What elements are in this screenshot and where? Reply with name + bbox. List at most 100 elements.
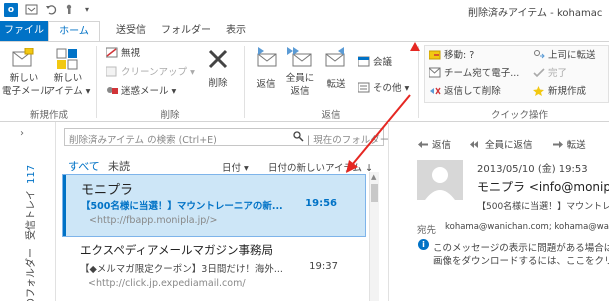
cleanup-icon xyxy=(106,66,117,77)
tab-view[interactable]: 表示 xyxy=(218,21,254,41)
info-bar-line1[interactable]: このメッセージの表示に問題がある場合は、 xyxy=(433,240,609,254)
reading-reply-label: 返信 xyxy=(432,140,452,151)
more-respond-label: その他 xyxy=(373,83,402,94)
tab-folder[interactable]: フォルダー xyxy=(160,21,212,41)
expand-folder-pane-icon[interactable]: › xyxy=(20,128,24,139)
tab-send-receive[interactable]: 送受信 xyxy=(108,21,154,41)
new-email-button[interactable]: 新しい 電子メール xyxy=(2,72,50,98)
sort-by-dropdown[interactable]: 日付 ▾ xyxy=(222,160,249,174)
filter-all[interactable]: すべて xyxy=(68,158,100,174)
checkmark-icon xyxy=(533,68,545,78)
message-subject: 【500名様に当選！】マウントレーニアの新... xyxy=(81,201,283,212)
ignore-button[interactable]: 無視 xyxy=(106,47,140,60)
reading-pane: 返信 全員に返信 転送 2013/05/10 (金) 19:53 モニプラ <i… xyxy=(388,122,609,301)
meeting-icon xyxy=(358,56,370,67)
nav-inbox-label: 受信トレイ xyxy=(26,190,37,240)
new-email-label-1: 新しい xyxy=(9,73,39,84)
message-list: 削除済みアイテム の検索 (Ctrl+E) | 現在のフォルダー ▾ すべて 未… xyxy=(56,122,397,301)
reply-all-icon[interactable] xyxy=(287,46,313,71)
folder-pane-collapsed: › 受信トレイ 117 のフォルダー xyxy=(0,122,56,301)
quick-step-move[interactable]: 移動: ? xyxy=(429,49,474,62)
quick-step-team-email-label: チーム宛て電子... xyxy=(444,68,520,79)
ribbon: 新しい 電子メール 新しい アイテム ▾ 新規作成 無視 クリーンアップ ▾ 迷… xyxy=(0,41,609,122)
reply-icon[interactable] xyxy=(254,46,278,71)
info-bar-line2[interactable]: 画像をダウンロードするには、ここをクリックしま xyxy=(433,253,609,267)
ribbon-tabs: ファイル ホーム 送受信 フォルダー 表示 xyxy=(0,21,609,42)
reading-actions: 返信 全員に返信 転送 xyxy=(417,137,602,151)
message-list-scrollbar[interactable]: ▲ xyxy=(369,172,379,301)
dropdown-arrow-icon: ▾ xyxy=(244,163,249,174)
scroll-up-icon[interactable]: ▲ xyxy=(371,173,376,181)
search-scope-dropdown[interactable]: | 現在のフォルダー ▾ xyxy=(307,132,397,146)
forward-button[interactable]: 転送 xyxy=(320,78,352,91)
tab-file[interactable]: ファイル xyxy=(0,21,48,41)
selection-bar xyxy=(63,175,66,236)
meeting-button[interactable]: 会議 xyxy=(358,56,392,69)
reading-to-label: 宛先 xyxy=(417,225,437,236)
reading-forward-button[interactable]: 転送 xyxy=(552,140,594,151)
reply-delete-icon xyxy=(430,87,441,95)
nav-inbox-count: 117 xyxy=(26,164,37,184)
touch-mode-icon[interactable] xyxy=(62,3,76,17)
group-separator xyxy=(96,46,97,118)
new-email-label-2: 電子メール xyxy=(2,86,50,97)
forward-icon[interactable] xyxy=(324,46,348,71)
meeting-label: 会議 xyxy=(373,57,393,68)
reading-subject: 【500名様に当選！】マウントレ xyxy=(477,202,609,212)
dropdown-arrow-icon: ▾ xyxy=(171,86,177,97)
cleanup-button[interactable]: クリーンアップ ▾ xyxy=(106,66,195,79)
search-input[interactable]: 削除済みアイテム の検索 (Ctrl+E) | 現在のフォルダー ▾ xyxy=(64,128,397,146)
message-item[interactable]: エクスペディアメールマガジン事務局 【◆メルマガ限定クーポン】3日間だけ！海外.… xyxy=(62,238,366,301)
filter-unread[interactable]: 未読 xyxy=(108,158,130,174)
quick-step-reply-delete-label: 返信して削除 xyxy=(444,86,501,97)
new-items-button[interactable]: 新しい アイテム ▾ xyxy=(44,72,92,98)
quick-step-done-label: 完了 xyxy=(548,68,568,79)
folder-move-icon xyxy=(429,50,441,60)
reply-all-label-1: 全員に xyxy=(285,73,315,84)
junk-button[interactable]: 迷惑メール ▾ xyxy=(106,85,176,98)
quick-step-create-new[interactable]: 新規作成 xyxy=(533,85,586,98)
outlook-window: o ▾ 削除済みアイテム - kohamac ファイル ホーム 送受信 フォルダ… xyxy=(0,0,609,301)
tab-home[interactable]: ホーム xyxy=(48,21,100,42)
dropdown-arrow-icon: ▾ xyxy=(404,83,410,94)
cleanup-label: クリーンアップ xyxy=(121,67,188,78)
quick-step-team-email[interactable]: チーム宛て電子... xyxy=(429,67,519,80)
ignore-icon xyxy=(106,47,118,58)
new-items-label-1: 新しい xyxy=(53,73,83,84)
delete-x-icon[interactable] xyxy=(207,48,229,73)
more-respond-button[interactable]: その他 ▾ xyxy=(358,82,409,95)
qat-customize-icon[interactable]: ▾ xyxy=(80,3,94,17)
junk-label: 迷惑メール xyxy=(121,86,169,97)
reading-to: kohama@wanichan.com; kohama@wa xyxy=(445,222,609,232)
reply-all-label-2: 返信 xyxy=(290,86,310,97)
undo-icon[interactable] xyxy=(44,3,58,17)
delete-button[interactable]: 削除 xyxy=(198,77,238,90)
reading-date: 2013/05/10 (金) 19:53 xyxy=(477,164,588,175)
quick-step-to-manager[interactable]: 上司に転送 xyxy=(533,49,596,62)
nav-inbox[interactable]: 受信トレイ 117 xyxy=(22,165,37,240)
nav-folders[interactable]: のフォルダー xyxy=(22,248,37,301)
scroll-thumb[interactable] xyxy=(371,184,378,202)
sort-order-label: 日付の新しいアイテム xyxy=(268,163,363,174)
message-item[interactable]: モニプラ 【500名様に当選！】マウントレーニアの新... 19:56 <htt… xyxy=(62,174,366,237)
search-icon[interactable] xyxy=(293,131,304,145)
to-manager-icon xyxy=(534,50,545,59)
sort-order-toggle[interactable]: 日付の新しいアイテム ↓ xyxy=(268,160,373,174)
quick-step-reply-delete[interactable]: 返信して削除 xyxy=(429,85,501,98)
new-items-icon[interactable] xyxy=(56,48,78,73)
reading-forward-label: 転送 xyxy=(566,140,586,151)
group-label-quick-steps: クイック操作 xyxy=(490,110,548,121)
more-respond-icon xyxy=(358,82,370,93)
new-items-label-2-wrap: アイテム ▾ xyxy=(44,85,92,98)
reply-all-button[interactable]: 全員に 返信 xyxy=(283,72,317,98)
quick-step-done[interactable]: 完了 xyxy=(533,67,567,80)
reading-reply-button[interactable]: 返信 xyxy=(417,140,459,151)
junk-icon xyxy=(107,87,118,94)
outlook-logo-icon[interactable]: o xyxy=(4,3,18,17)
reply-button[interactable]: 返信 xyxy=(250,78,282,91)
new-email-icon[interactable] xyxy=(12,47,34,71)
send-receive-all-icon[interactable] xyxy=(24,3,38,17)
window-title: 削除済みアイテム - kohamac xyxy=(468,8,603,19)
reading-reply-all-button[interactable]: 全員に返信 xyxy=(470,140,541,151)
reading-from: モニプラ <info@monipl xyxy=(477,180,609,194)
